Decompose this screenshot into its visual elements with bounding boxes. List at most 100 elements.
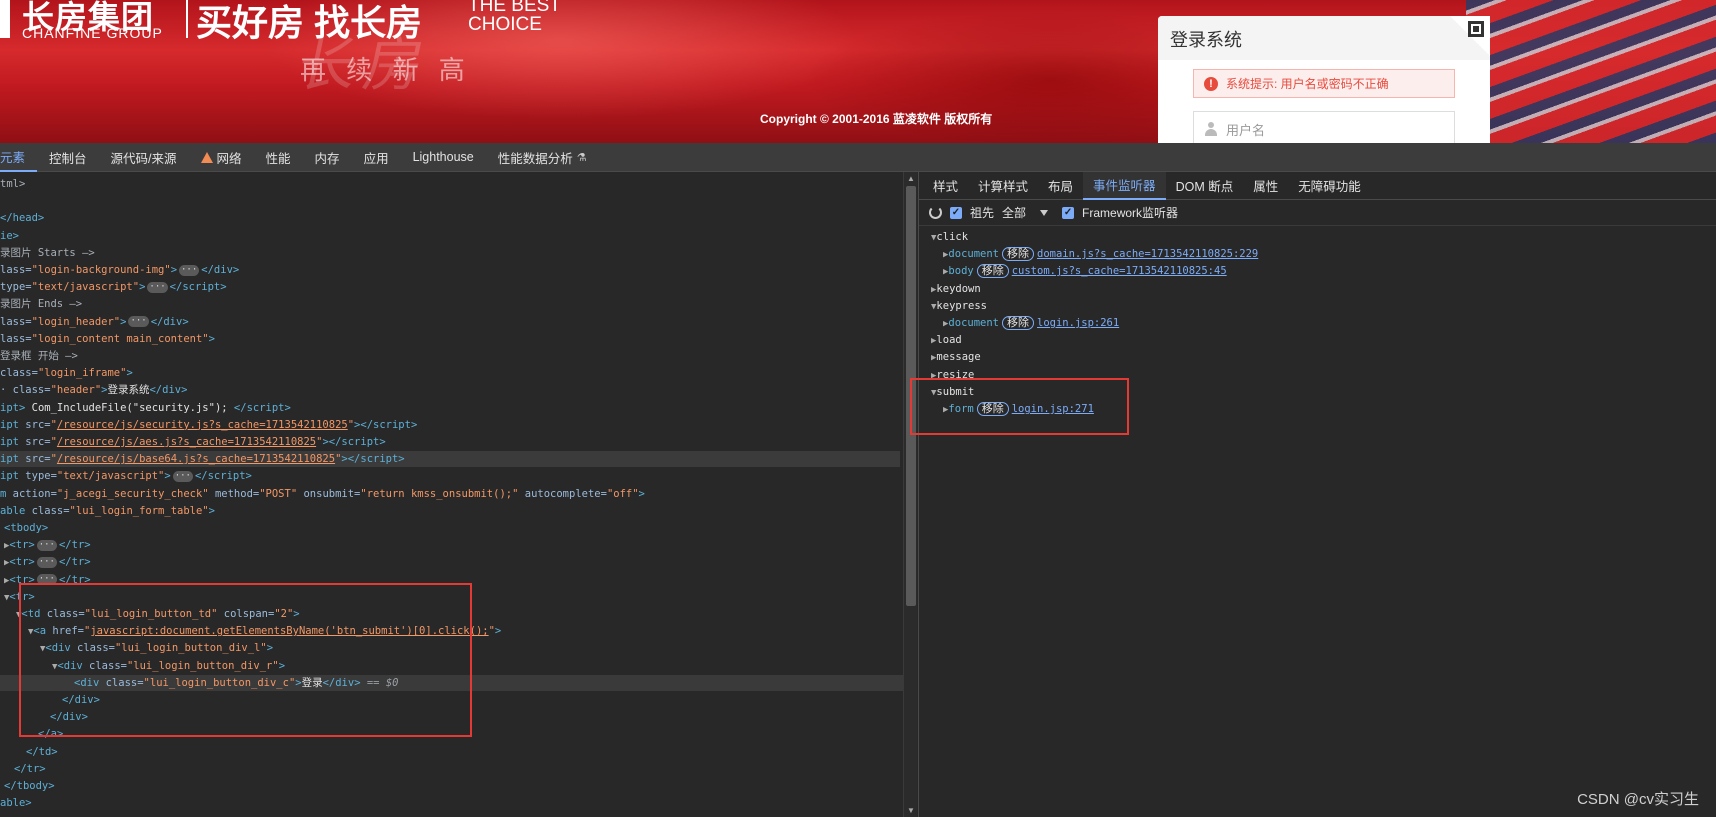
triangle-right-icon: ▶: [931, 336, 937, 347]
dom-node-line[interactable]: </tr>: [0, 761, 46, 777]
tab-application[interactable]: 应用: [352, 143, 401, 172]
user-icon: [1204, 122, 1218, 136]
dom-node-line[interactable]: </tbody>: [0, 778, 55, 794]
login-error-message: ! 系统提示: 用户名或密码不正确: [1193, 69, 1455, 98]
tab-network-label: 网络: [216, 151, 242, 166]
dom-node-line[interactable]: · class="header">登录系统</div>: [0, 382, 187, 398]
tab-event-listeners[interactable]: 事件监听器: [1083, 171, 1166, 200]
tab-layout[interactable]: 布局: [1038, 172, 1083, 200]
event-group-message[interactable]: ▶message: [931, 349, 981, 365]
event-listener-item[interactable]: ▶body 移除 custom.js?s_cache=1713542110825:4…: [943, 263, 1227, 279]
event-listeners-toolbar: ✓ 祖先 全部 ✓ Framework监听器: [919, 200, 1716, 226]
refresh-icon[interactable]: [929, 206, 942, 219]
remove-listener-button: 移除: [1002, 247, 1034, 262]
dom-node-line[interactable]: <tbody>: [0, 520, 48, 536]
tab-memory[interactable]: 内存: [303, 143, 352, 172]
tab-sources[interactable]: 源代码/来源: [99, 143, 189, 172]
dom-node-line[interactable]: ▶<tr> ··· </tr>: [0, 537, 91, 553]
dom-node-line[interactable]: ipt> Com_IncludeFile("security.js"); </s…: [0, 400, 291, 416]
logo-divider: [186, 0, 188, 38]
copyright-text: Copyright © 2001-2016 蓝凌软件 版权所有: [760, 112, 993, 126]
listener-source-link: login.jsp:261: [1037, 317, 1120, 329]
tab-elements[interactable]: 元素: [0, 143, 38, 172]
dom-node-line[interactable]: 录图片 Ends —>: [0, 296, 82, 312]
login-title: 登录系统: [1158, 16, 1490, 60]
dom-node-line[interactable]: type="text/javascript"> ··· </script>: [0, 279, 227, 295]
tab-accessibility[interactable]: 无障碍功能: [1288, 172, 1371, 200]
error-icon: !: [1204, 76, 1218, 91]
triangle-right-icon: ▶: [931, 284, 937, 295]
logo-mark: [0, 0, 10, 38]
listener-source-link: domain.js?s_cache=1713542110825:229: [1037, 248, 1259, 261]
dom-node-line[interactable]: ▶<tr> ··· </tr>: [0, 554, 91, 570]
tab-console[interactable]: 控制台: [37, 143, 99, 172]
dom-node-line[interactable]: 登录框 开始 —>: [0, 348, 78, 364]
ancestors-label: 祖先: [970, 206, 995, 220]
framework-listeners-checkbox[interactable]: ✓: [1062, 206, 1075, 219]
dom-node-line[interactable]: tml>: [0, 176, 25, 192]
dom-node-line[interactable]: m action="j_acegi_security_check" method…: [0, 486, 645, 502]
tab-dom-breakpoints[interactable]: DOM 断点: [1166, 172, 1244, 200]
logo-subtext: CHANFINE GROUP: [22, 25, 163, 41]
event-listener-item[interactable]: ▶document 移除 domain.js?s_cache=17135421108…: [943, 246, 1258, 262]
dom-node-line[interactable]: able>: [0, 795, 32, 811]
tab-styles[interactable]: 样式: [923, 172, 968, 200]
event-group-click[interactable]: ▼click: [931, 229, 968, 245]
triangle-down-icon: ▼: [931, 301, 937, 312]
dom-node-line[interactable]: </head>: [0, 210, 44, 226]
event-group-keypress[interactable]: ▼keypress: [931, 298, 987, 314]
tab-computed[interactable]: 计算样式: [968, 172, 1038, 200]
dom-node-line[interactable]: ie>: [0, 228, 19, 244]
tab-network[interactable]: 网络: [189, 143, 254, 172]
login-error-text: 系统提示: 用户名或密码不正确: [1226, 77, 1389, 91]
dom-node-line[interactable]: lass="login-background-img"> ··· </div>: [0, 262, 239, 278]
ancestors-checkbox[interactable]: ✓: [950, 206, 962, 219]
dom-node-line[interactable]: able class="lui_login_form_table">: [0, 503, 215, 519]
dom-node-line[interactable]: 录图片 Starts —>: [0, 245, 95, 261]
annotation-box-submit: [910, 378, 1129, 435]
devtools-main-tabs: 元素 控制台 源代码/来源 网络 性能 内存 应用 Lighthouse 性能数…: [0, 143, 1716, 172]
username-field[interactable]: 用户名: [1193, 111, 1455, 143]
flask-icon: ⚗: [576, 151, 587, 164]
qr-login-toggle[interactable]: [1450, 16, 1490, 56]
sidebar-tabs: 样式 计算样式 布局 事件监听器 DOM 断点 属性 无障碍功能: [919, 171, 1716, 200]
annotation-box-login-button: [19, 583, 472, 737]
tab-lighthouse[interactable]: Lighthouse: [401, 143, 486, 172]
filter-select-value[interactable]: 全部: [1002, 204, 1026, 221]
banner-calligraphy-sub: 再 续 新 高: [300, 56, 471, 86]
dom-node-line[interactable]: ipt src="/resource/js/base64.js?s_cache=…: [0, 451, 900, 468]
tab-performance[interactable]: 性能: [254, 143, 303, 172]
banner-flag-stripes: [1466, 0, 1716, 143]
dom-node-line[interactable]: class="login_iframe">: [0, 365, 133, 381]
scroll-up-arrow-icon[interactable]: ▲: [907, 174, 915, 183]
triangle-right-icon: ▶: [931, 353, 937, 364]
sidebar-pane: 样式 计算样式 布局 事件监听器 DOM 断点 属性 无障碍功能 ✓ 祖先 全部…: [918, 171, 1716, 817]
event-listener-item[interactable]: ▶document 移除 login.jsp:261: [943, 315, 1119, 331]
dom-node-line[interactable]: ipt src="/resource/js/security.js?s_cach…: [0, 417, 417, 433]
slogan-english: THE BEST CHOICE: [468, 0, 561, 35]
tab-properties[interactable]: 属性: [1243, 172, 1288, 200]
triangle-down-icon: ▼: [931, 233, 937, 243]
dom-tree-scrollbar[interactable]: ▲ ▼: [903, 172, 917, 817]
login-page-viewport: 长房 再 续 新 高 长房集团 CHANFINE GROUP 买好房 找长房 T…: [0, 0, 1716, 143]
login-panel: 登录系统 ! 系统提示: 用户名或密码不正确 用户名: [1158, 16, 1490, 143]
username-placeholder: 用户名: [1226, 122, 1266, 138]
chevron-down-icon[interactable]: [1040, 209, 1049, 216]
warning-icon: [200, 151, 213, 163]
watermark-text: CSDN @cv实习生: [1577, 791, 1699, 808]
remove-listener-button: 移除: [1002, 316, 1034, 330]
dom-node-line[interactable]: lass="login_header"> ··· </div>: [0, 314, 189, 330]
dom-node-line[interactable]: ipt type="text/javascript"> ··· </script>: [0, 468, 252, 484]
event-group-load[interactable]: ▶load: [931, 332, 962, 348]
event-group-keydown[interactable]: ▶keydown: [931, 281, 981, 297]
scroll-down-arrow-icon[interactable]: ▼: [907, 806, 915, 815]
remove-listener-button: 移除: [976, 264, 1009, 279]
tab-performance-insights-label: 性能数据分析: [497, 151, 573, 166]
dom-node-line[interactable]: lass="login_content main_content">: [0, 331, 215, 347]
dom-node-line[interactable]: </td>: [0, 744, 58, 760]
slogan-text: 买好房 找长房: [196, 2, 423, 43]
qr-code-icon: [1468, 21, 1484, 37]
dom-node-line[interactable]: ipt src="/resource/js/aes.js?s_cache=171…: [0, 434, 386, 450]
listener-source-link: custom.js?s_cache=1713542110825:45: [1011, 265, 1227, 278]
tab-performance-insights[interactable]: 性能数据分析 ⚗: [486, 143, 599, 172]
